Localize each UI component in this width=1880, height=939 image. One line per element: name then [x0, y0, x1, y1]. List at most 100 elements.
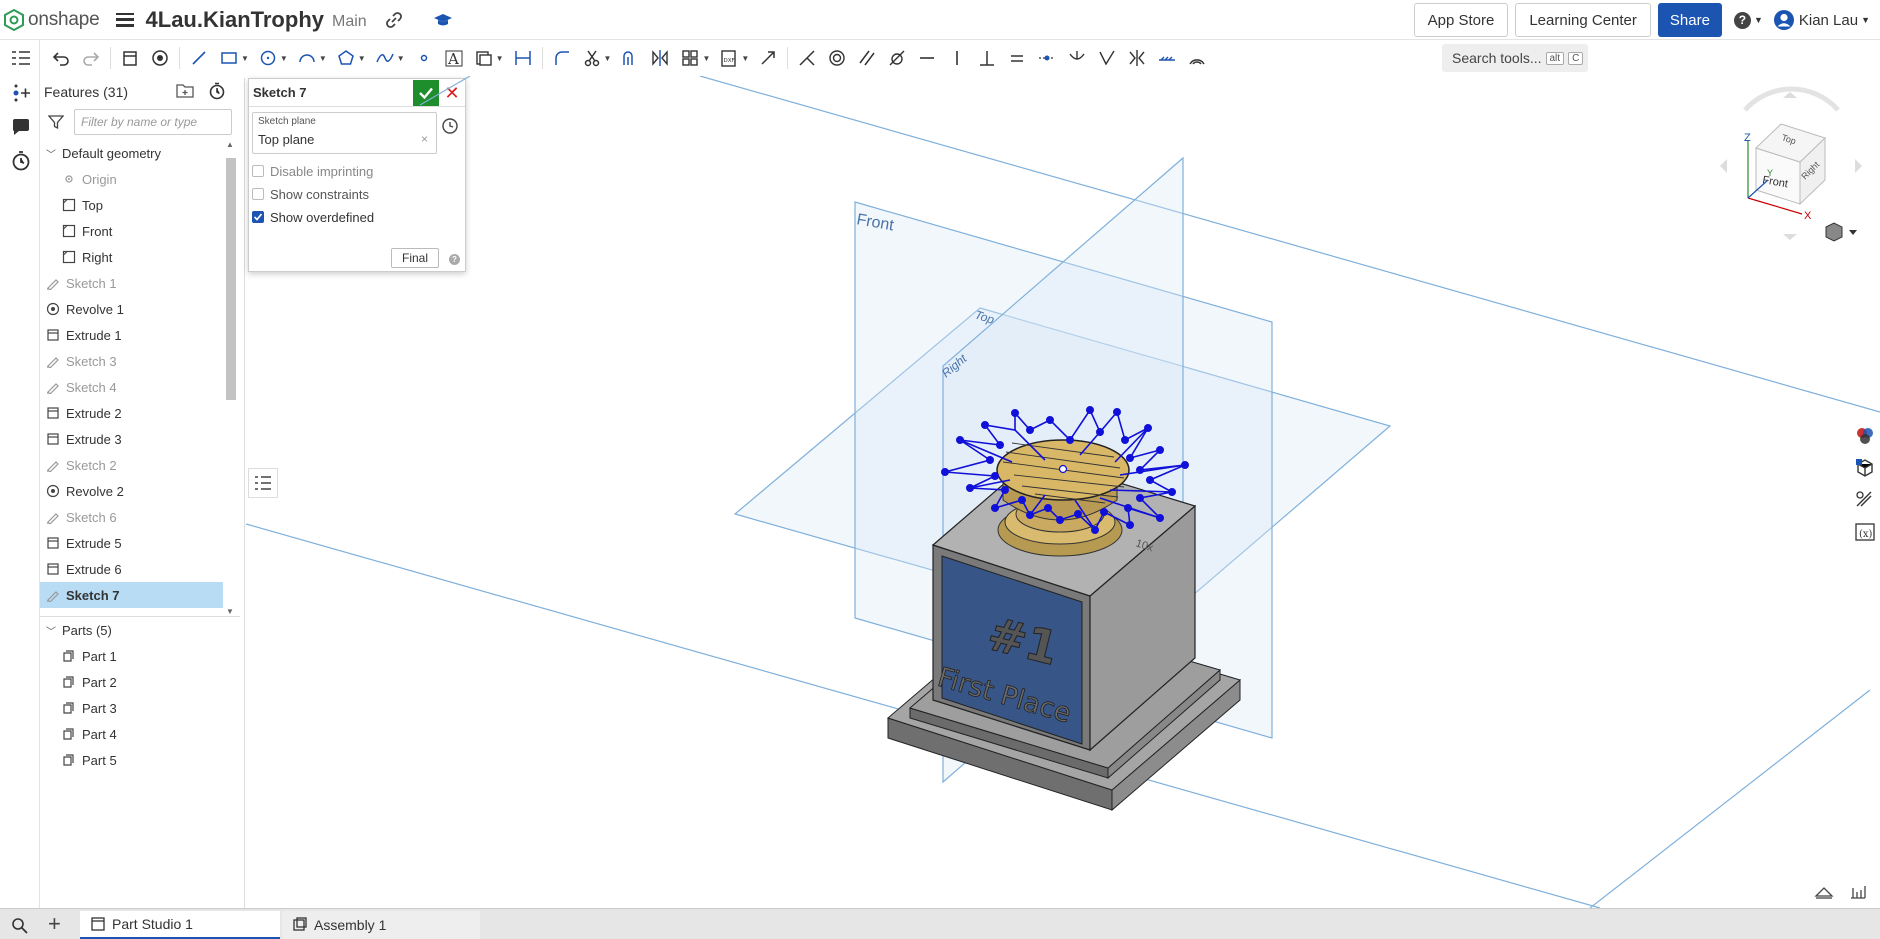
chevron-down-icon[interactable]: ﹀	[46, 623, 56, 638]
tree-item-front[interactable]: Front	[40, 218, 223, 244]
tab-assembly-1[interactable]: Assembly 1	[282, 911, 480, 939]
trim-tool-icon[interactable]	[581, 47, 603, 69]
tree-item-extrude-1[interactable]: Extrude 1	[40, 322, 223, 348]
tree-item-part[interactable]: Part 3	[40, 695, 240, 721]
measure-icon[interactable]	[1852, 486, 1878, 514]
comments-icon[interactable]	[10, 116, 32, 138]
fix-constraint-icon[interactable]	[1156, 47, 1178, 69]
midpoint-constraint-icon[interactable]	[1036, 47, 1058, 69]
tree-item-sketch-6[interactable]: Sketch 6	[40, 504, 223, 530]
horizontal-constraint-icon[interactable]	[916, 47, 938, 69]
extrude-tool-icon[interactable]	[119, 47, 141, 69]
chevron-down-icon[interactable]: ▼	[241, 54, 249, 63]
tree-item-sketch-3[interactable]: Sketch 3	[40, 348, 223, 374]
search-tools-input[interactable]: Search tools... alt C	[1442, 44, 1588, 72]
rectangle-tool-icon[interactable]	[218, 47, 240, 69]
graphics-viewport[interactable]: Front Top Right #1 First Place 10x Front…	[246, 76, 1880, 908]
scrollbar-thumb[interactable]	[226, 158, 236, 400]
onshape-logo[interactable]: onshape	[4, 8, 100, 31]
equal-constraint-icon[interactable]	[1006, 47, 1028, 69]
tree-item-extrude-6[interactable]: Extrude 6	[40, 556, 223, 582]
view-cube[interactable]: Front Top Right Z X Y	[1720, 86, 1862, 240]
units-ruler-icon[interactable]	[1848, 884, 1868, 900]
circle-tool-icon[interactable]	[257, 47, 279, 69]
transform-tool-icon[interactable]	[757, 47, 779, 69]
tree-item-revolve-1[interactable]: Revolve 1	[40, 296, 223, 322]
offset-tool-icon[interactable]	[619, 47, 641, 69]
chevron-down-icon[interactable]: ▼	[319, 54, 327, 63]
pierce-constraint-icon[interactable]	[1096, 47, 1118, 69]
curvature-constraint-icon[interactable]	[1186, 47, 1208, 69]
symmetric-constraint-icon[interactable]	[1126, 47, 1148, 69]
user-menu[interactable]: Kian Lau ▼	[1773, 9, 1870, 31]
tree-item-sketch-4[interactable]: Sketch 4	[40, 374, 223, 400]
menu-icon[interactable]	[115, 12, 134, 27]
pattern-tool-icon[interactable]	[679, 47, 701, 69]
tree-item-extrude-3[interactable]: Extrude 3	[40, 426, 223, 452]
learning-center-button[interactable]: Learning Center	[1515, 3, 1651, 37]
link-icon[interactable]	[385, 11, 403, 29]
tree-item-part[interactable]: Part 2	[40, 669, 240, 695]
parallel-constraint-icon[interactable]	[856, 47, 878, 69]
graduation-cap-icon[interactable]	[433, 11, 453, 29]
chevron-down-icon[interactable]: ▼	[397, 54, 405, 63]
arc-tool-icon[interactable]	[296, 47, 318, 69]
section-view-icon[interactable]	[1814, 884, 1834, 900]
chevron-down-icon[interactable]: ▼	[496, 54, 504, 63]
undo-icon[interactable]	[50, 47, 72, 69]
concentric-constraint-icon[interactable]	[826, 47, 848, 69]
tree-item-parts[interactable]: ﹀ Parts (5)	[40, 617, 240, 643]
add-tab-icon[interactable]: +	[48, 911, 61, 937]
tree-item-default-geometry[interactable]: ﹀ Default geometry	[40, 140, 223, 166]
mirror-tool-icon[interactable]	[649, 47, 671, 69]
search-tabs-icon[interactable]	[10, 916, 30, 934]
line-tool-icon[interactable]	[188, 47, 210, 69]
vertical-constraint-icon[interactable]	[946, 47, 968, 69]
app-store-button[interactable]: App Store	[1413, 3, 1509, 37]
appearance-panel-icon[interactable]	[1852, 422, 1878, 450]
perpendicular-constraint-icon[interactable]	[976, 47, 998, 69]
tree-item-sketch-2[interactable]: Sketch 2	[40, 452, 223, 478]
filter-input[interactable]: Filter by name or type	[74, 109, 232, 135]
tree-item-origin[interactable]: Origin	[40, 166, 223, 192]
tree-item-part[interactable]: Part 5	[40, 747, 240, 773]
tree-item-extrude-2[interactable]: Extrude 2	[40, 400, 223, 426]
revolve-tool-icon[interactable]	[149, 47, 171, 69]
chevron-down-icon[interactable]: ▼	[358, 54, 366, 63]
branch-name[interactable]: Main	[332, 13, 367, 31]
variable-table-icon[interactable]: (x)	[1852, 518, 1878, 546]
help-menu[interactable]: ? ▼	[1733, 11, 1763, 29]
filter-icon[interactable]	[48, 114, 64, 130]
chevron-down-icon[interactable]: ▼	[280, 54, 288, 63]
share-button[interactable]: Share	[1657, 3, 1722, 37]
trophy-top-disc[interactable]	[996, 439, 1130, 557]
spline-tool-icon[interactable]	[374, 47, 396, 69]
view-options-icon[interactable]	[1825, 222, 1857, 242]
polygon-tool-icon[interactable]	[335, 47, 357, 69]
tree-item-right[interactable]: Right	[40, 244, 223, 270]
chevron-down-icon[interactable]: ﹀	[46, 146, 56, 161]
text-tool-icon[interactable]: A	[443, 47, 465, 69]
add-folder-icon[interactable]	[176, 82, 194, 98]
redo-icon[interactable]	[80, 47, 102, 69]
chevron-down-icon[interactable]: ▼	[702, 54, 710, 63]
history-icon[interactable]	[10, 150, 32, 172]
tangent-constraint-icon[interactable]	[886, 47, 908, 69]
configurations-icon[interactable]	[10, 82, 32, 104]
construction-tool-icon[interactable]	[473, 47, 495, 69]
document-title[interactable]: 4Lau.KianTrophy	[146, 7, 324, 33]
coincident-constraint-icon[interactable]	[796, 47, 818, 69]
tree-item-top[interactable]: Top	[40, 192, 223, 218]
chevron-down-icon[interactable]: ▼	[604, 54, 612, 63]
dimension-tool-icon[interactable]	[512, 47, 534, 69]
tree-item-revolve-2[interactable]: Revolve 2	[40, 478, 223, 504]
tree-item-part[interactable]: Part 4	[40, 721, 240, 747]
fillet-tool-icon[interactable]	[551, 47, 573, 69]
point-tool-icon[interactable]	[413, 47, 435, 69]
scene-canvas[interactable]: Front Top Right #1 First Place 10x Front…	[246, 76, 1880, 908]
tree-item-extrude-5[interactable]: Extrude 5	[40, 530, 223, 556]
tab-part-studio-1[interactable]: Part Studio 1	[80, 911, 280, 939]
mass-properties-icon[interactable]	[1852, 454, 1878, 482]
tree-item-sketch-1[interactable]: Sketch 1	[40, 270, 223, 296]
tree-item-part[interactable]: Part 1	[40, 643, 240, 669]
